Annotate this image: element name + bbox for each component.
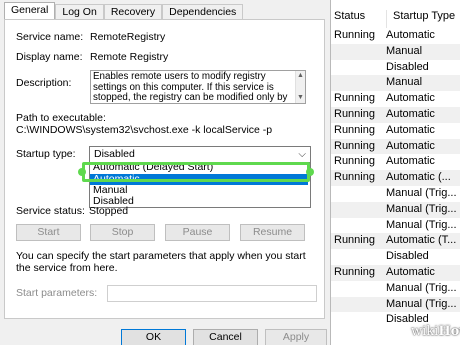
service-row[interactable]: Running Automatic: [322, 123, 460, 139]
service-row-startup-type: Disabled: [386, 60, 429, 73]
service-row-status: Running: [334, 123, 375, 136]
service-row-status: Running: [334, 171, 375, 184]
column-header-startup-type[interactable]: Startup Type: [386, 10, 455, 28]
service-row[interactable]: Running Automatic: [322, 138, 460, 155]
service-row-status: Running: [334, 92, 375, 105]
service-row-startup-type: Manual: [386, 76, 423, 89]
service-row[interactable]: Manual: [322, 75, 460, 92]
service-row[interactable]: Manual (Trig...: [322, 218, 460, 234]
column-header-status[interactable]: Status: [334, 10, 365, 28]
start-params-label: Start parameters:: [16, 287, 98, 299]
cancel-button[interactable]: Cancel: [193, 329, 258, 345]
service-row[interactable]: Manual: [322, 43, 460, 60]
resume-button[interactable]: Resume: [240, 224, 305, 241]
service-row[interactable]: Manual (Trig...: [322, 296, 460, 313]
display-name-value: Remote Registry: [90, 51, 169, 63]
service-row[interactable]: Running Automatic (T...: [322, 233, 460, 250]
start-params-hint: You can specify the start parameters tha…: [16, 250, 306, 274]
service-row[interactable]: Running Automatic: [322, 28, 460, 44]
apply-button[interactable]: Apply: [265, 329, 327, 345]
description-scrollbar[interactable]: ▲ ▼: [295, 71, 305, 103]
ok-button[interactable]: OK: [121, 329, 186, 345]
service-row[interactable]: Manual (Trig...: [322, 281, 460, 297]
service-row-startup-type: Manual (Trig...: [386, 218, 457, 231]
wikihow-watermark: wikiHow: [411, 324, 460, 339]
start-params-input[interactable]: [107, 285, 317, 302]
display-name-label: Display name:: [16, 51, 83, 63]
watermark-prefix: wiki: [411, 324, 439, 339]
service-row[interactable]: Disabled: [322, 60, 460, 76]
scroll-up-icon[interactable]: ▲: [297, 71, 304, 82]
service-row[interactable]: Running Automatic: [322, 91, 460, 107]
service-status-label: Service status:: [16, 205, 85, 217]
service-properties-dialog: General Log On Recovery Dependencies Ser…: [0, 0, 331, 345]
service-row[interactable]: Manual (Trig...: [322, 186, 460, 202]
service-row-startup-type: Automatic: [386, 29, 435, 41]
service-status-value: Stopped: [89, 205, 129, 217]
service-row-startup-type: Automatic: [386, 123, 435, 136]
description-label: Description:: [16, 77, 72, 89]
service-row-startup-type: Manual (Trig...: [386, 202, 457, 215]
description-box[interactable]: Enables remote users to modify registry …: [90, 70, 306, 104]
service-row-startup-type: Automatic: [386, 107, 435, 120]
service-name-label: Service name:: [16, 31, 84, 43]
service-row[interactable]: Running Automatic: [322, 154, 460, 170]
service-row-startup-type: Manual (Trig...: [386, 281, 457, 294]
service-row[interactable]: Manual (Trig...: [322, 201, 460, 218]
option-automatic-delayed[interactable]: Automatic (Delayed Start): [93, 162, 213, 173]
service-row-status: Running: [334, 234, 375, 247]
service-row-startup-type: Automatic: [386, 92, 435, 105]
description-text: Enables remote users to modify registry …: [93, 71, 288, 103]
startup-type-value: Disabled: [94, 148, 135, 160]
path-label: Path to executable:: [16, 112, 106, 124]
service-row-startup-type: Manual (Trig...: [386, 297, 457, 310]
service-row-startup-type: Disabled: [386, 250, 429, 263]
tab-strip: General Log On Recovery Dependencies: [4, 2, 244, 21]
service-row-startup-type: Automatic: [386, 139, 435, 152]
service-row-status: Running: [334, 29, 375, 41]
general-panel: Service name: RemoteRegistry Display nam…: [4, 19, 325, 319]
startup-type-dropdown: Automatic (Delayed Start) Automatic Manu…: [89, 162, 311, 208]
stop-button[interactable]: Stop: [90, 224, 155, 241]
service-row[interactable]: Running Automatic: [322, 106, 460, 123]
chevron-down-icon[interactable]: ⌵: [298, 147, 306, 162]
service-row-startup-type: Automatic (T...: [386, 234, 457, 247]
service-row-startup-type: Manual: [386, 44, 423, 57]
services-list: Status Startup Type Running Automatic Manu…: [322, 0, 460, 345]
pause-button[interactable]: Pause: [165, 224, 230, 241]
scroll-down-icon[interactable]: ▼: [297, 93, 304, 104]
services-rows: Running Automatic Manual Disabled Manual Runn…: [322, 28, 460, 328]
service-row-status: Running: [334, 139, 375, 152]
service-row[interactable]: Running Automatic (...: [322, 170, 460, 186]
path-value: C:\WINDOWS\system32\svchost.exe -k local…: [16, 124, 273, 136]
service-row-status: Running: [334, 155, 375, 168]
service-row-status: Running: [334, 265, 375, 278]
service-row-startup-type: Automatic: [386, 155, 435, 168]
service-row[interactable]: Running Automatic: [322, 264, 460, 281]
service-row-startup-type: Automatic: [386, 265, 435, 278]
startup-type-label: Startup type:: [16, 148, 76, 160]
service-row-status: Running: [334, 107, 375, 120]
service-row-startup-type: Manual (Trig...: [386, 186, 457, 199]
start-button[interactable]: Start: [16, 224, 81, 241]
watermark-suffix: How: [438, 324, 460, 339]
service-name-value: RemoteRegistry: [90, 31, 166, 43]
service-row[interactable]: Disabled: [322, 249, 460, 265]
service-row-startup-type: Automatic (...: [386, 171, 451, 184]
